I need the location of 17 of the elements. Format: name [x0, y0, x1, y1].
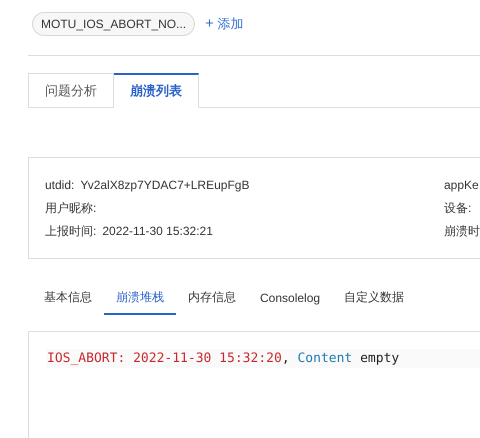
tab[interactable]: 崩溃列表	[114, 73, 199, 108]
filter-chip[interactable]: MOTU_IOS_ABORT_NO...	[32, 12, 196, 36]
info-label: 崩溃时	[444, 224, 480, 238]
info-label: 用户昵称:	[45, 201, 96, 215]
info-label: appKe	[444, 178, 479, 192]
tab[interactable]: 崩溃堆栈	[104, 285, 176, 315]
info-label: 上报时间:	[45, 224, 96, 238]
info-value: Yv2alX8zp7YDAC7+LREupFgB	[80, 178, 250, 192]
tab[interactable]: 自定义数据	[332, 285, 416, 315]
tab[interactable]: 问题分析	[28, 73, 114, 108]
info-label: 设备:	[444, 201, 472, 215]
info-value: 2022-11-30 15:32:21	[102, 224, 213, 238]
tab[interactable]: 内存信息	[176, 285, 248, 315]
add-link[interactable]: + 添加	[205, 15, 244, 33]
tab[interactable]: 基本信息	[32, 285, 104, 315]
tab[interactable]: Consolelog	[248, 285, 332, 315]
info-label: utdid:	[45, 178, 74, 192]
